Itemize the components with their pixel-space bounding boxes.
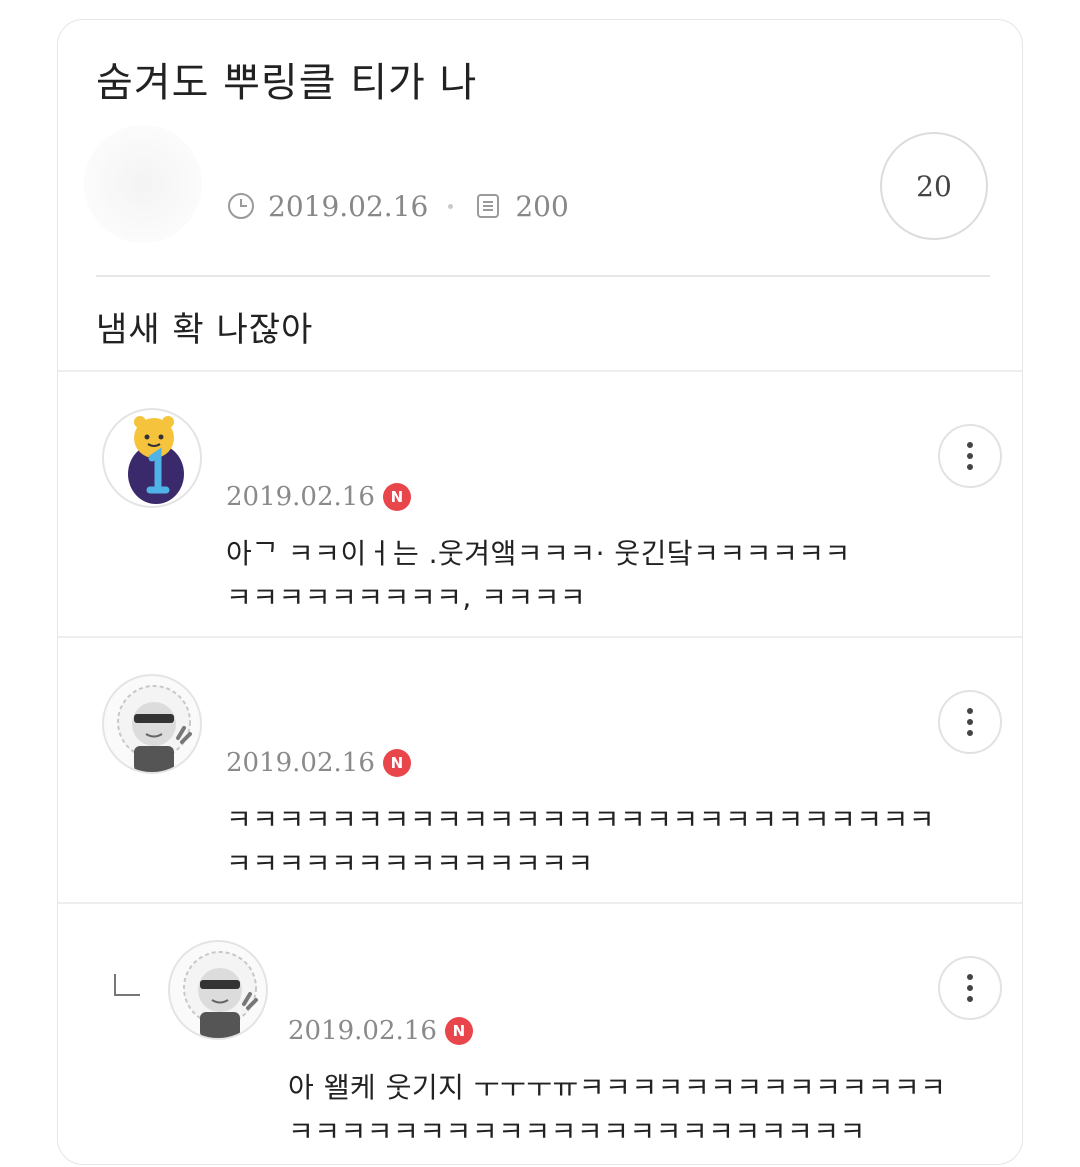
comment-line: 아 왤케 웃기지 ㅜㅜㅜㅠㅋㅋㅋㅋㅋㅋㅋㅋㅋㅋㅋㅋㅋㅋ	[288, 1071, 947, 1104]
post-card: 숨겨도 뿌링클 티가 나 2019.02.16 200 20 냄새 확 나잖아	[57, 19, 1023, 1165]
comment-item: 2019.02.16 N ㅋㅋㅋㅋㅋㅋㅋㅋㅋㅋㅋㅋㅋㅋㅋㅋㅋㅋㅋㅋㅋㅋㅋㅋㅋㅋㅋ…	[58, 638, 1022, 902]
comment-date: 2019.02.16	[226, 482, 375, 512]
comment-line: ㅋㅋㅋㅋㅋㅋㅋㅋㅋ, ㅋㅋㅋㅋ	[226, 581, 587, 614]
clock-icon	[228, 193, 254, 219]
post-views: 200	[515, 189, 569, 223]
post-body: 냄새 확 나잖아	[96, 310, 314, 350]
comment-line: ㅋㅋㅋㅋㅋㅋㅋㅋㅋㅋㅋㅋㅋㅋㅋㅋㅋㅋㅋㅋㅋㅋㅋㅋㅋㅋㅋ	[226, 803, 936, 836]
comment-avatar[interactable]	[102, 674, 202, 774]
avatar-image	[183, 951, 258, 1038]
post-header: 숨겨도 뿌링클 티가 나 2019.02.16 200 20 냄새 확 나잖아	[58, 20, 1022, 370]
reply-item: 2019.02.16 N 아 왤케 웃기지 ㅜㅜㅜㅠㅋㅋㅋㅋㅋㅋㅋㅋㅋㅋㅋㅋㅋㅋ…	[58, 904, 1022, 1164]
more-vertical-icon[interactable]	[938, 690, 1002, 754]
new-badge-icon: N	[382, 749, 411, 777]
meta-separator	[448, 203, 454, 209]
avatar-image	[128, 416, 184, 504]
comment-count-button[interactable]: 20	[880, 132, 988, 240]
document-icon	[477, 194, 500, 218]
comment-line: ㅋㅋㅋㅋㅋㅋㅋㅋㅋㅋㅋㅋㅋㅋㅋㅋㅋㅋㅋㅋㅋㅋ	[288, 1115, 866, 1148]
comment-text: ㅋㅋㅋㅋㅋㅋㅋㅋㅋㅋㅋㅋㅋㅋㅋㅋㅋㅋㅋㅋㅋㅋㅋㅋㅋㅋㅋ ㅋㅋㅋㅋㅋㅋㅋㅋㅋㅋㅋㅋ…	[226, 798, 935, 886]
more-vertical-icon[interactable]	[938, 424, 1002, 488]
comment-line: ㅋㅋㅋㅋㅋㅋㅋㅋㅋㅋㅋㅋㅋㅋ	[226, 847, 594, 880]
comment-item: 2019.02.16 N 아ᄀ ㅋㅋ이ㅓ는 .웃겨앸ㅋㅋㅋ· 웃긴닼ㅋㅋㅋㅋㅋㅋ…	[58, 372, 1022, 636]
comment-line: 아ᄀ ㅋㅋ이ㅓ는 .웃겨앸ㅋㅋㅋ· 웃긴닼ㅋㅋㅋㅋㅋㅋ	[226, 537, 851, 570]
more-vertical-icon[interactable]	[938, 956, 1002, 1020]
post-title: 숨겨도 뿌링클 티가 나	[96, 60, 478, 106]
comment-text: 아ᄀ ㅋㅋ이ㅓ는 .웃겨앸ㅋㅋㅋ· 웃긴닼ㅋㅋㅋㅋㅋㅋ ㅋㅋㅋㅋㅋㅋㅋㅋㅋ, ㅋ…	[226, 532, 851, 620]
author-avatar[interactable]	[84, 125, 202, 243]
comment-meta: 2019.02.16 N	[226, 482, 411, 512]
header-divider	[96, 275, 990, 277]
reply-arrow-icon	[114, 974, 140, 996]
new-badge-icon: N	[382, 483, 411, 511]
comment-date: 2019.02.16	[226, 748, 375, 778]
comment-text: 아 왤케 웃기지 ㅜㅜㅜㅠㅋㅋㅋㅋㅋㅋㅋㅋㅋㅋㅋㅋㅋㅋ ㅋㅋㅋㅋㅋㅋㅋㅋㅋㅋㅋㅋ…	[288, 1066, 946, 1154]
comment-avatar[interactable]	[102, 408, 202, 508]
new-badge-icon: N	[444, 1017, 473, 1045]
avatar-image	[117, 685, 192, 772]
comment-avatar[interactable]	[168, 940, 268, 1040]
comment-meta: 2019.02.16 N	[288, 1016, 473, 1046]
post-meta: 2019.02.16 200	[226, 186, 569, 226]
comment-meta: 2019.02.16 N	[226, 748, 411, 778]
post-date: 2019.02.16	[268, 189, 429, 223]
comment-date: 2019.02.16	[288, 1016, 437, 1046]
